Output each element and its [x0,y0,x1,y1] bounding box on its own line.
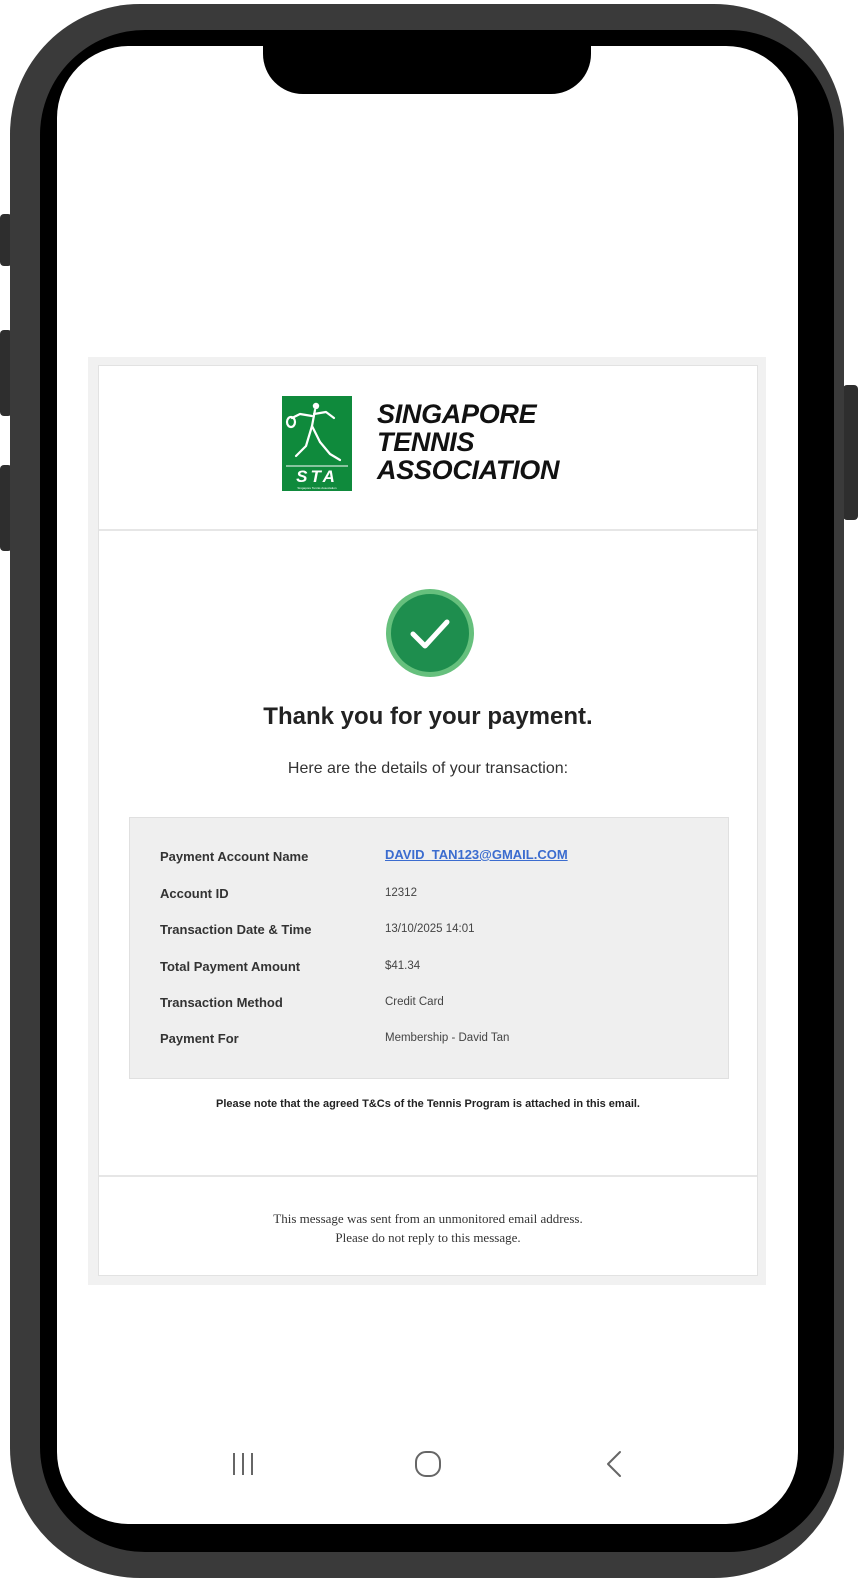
detail-value: Credit Card [385,996,444,1008]
transaction-details: Payment Account Name DAVID_TAN123@GMAIL.… [129,817,729,1079]
page-subtitle: Here are the details of your transaction… [287,760,569,777]
email-card: STA Singapore Tennis Association SINGAPO… [98,365,758,1276]
detail-row-account-id: Account ID 12312 [160,886,720,906]
detail-row-method: Transaction Method Credit Card [160,995,720,1015]
detail-row-payment-for: Payment For Membership - David Tan [160,1031,720,1051]
side-button-right [843,385,858,520]
footer-text: This message was sent from an unmonitore… [99,1209,757,1247]
terms-note: Please note that the agreed T&Cs of the … [215,1098,640,1110]
recent-apps-icon[interactable] [218,1444,268,1484]
phone-screen: STA Singapore Tennis Association SINGAPO… [57,46,798,1524]
sta-logo: STA Singapore Tennis Association [282,396,352,491]
back-icon[interactable] [588,1444,638,1484]
detail-value: 13/10/2025 14:01 [385,923,475,935]
email-body: Thank you for your payment. Here are the… [99,531,757,1176]
detail-label: Transaction Method [160,995,283,1010]
phone-mockup: STA Singapore Tennis Association SINGAPO… [0,0,858,1589]
home-icon[interactable] [403,1444,453,1484]
detail-value: 12312 [385,887,417,899]
email-footer: This message was sent from an unmonitore… [99,1175,757,1277]
detail-value: $41.34 [385,960,421,972]
svg-text:Singapore Tennis Association: Singapore Tennis Association [297,486,336,490]
camera-notch [263,46,591,94]
detail-label: Account ID [160,886,229,901]
detail-label: Payment For [160,1031,239,1046]
logo-abbrev: STA [296,467,338,486]
brand-name-line-2: TENNIS [377,427,475,457]
detail-label: Total Payment Amount [160,959,301,974]
account-email-link[interactable]: DAVID_TAN123@GMAIL.COM [385,847,568,862]
footer-line-1: This message was sent from an unmonitore… [273,1211,583,1226]
email-header: STA Singapore Tennis Association SINGAPO… [99,366,757,531]
detail-label: Transaction Date & Time [160,922,312,937]
page-title: Thank you for your payment. [263,703,593,730]
detail-value: Membership - David Tan [385,1032,510,1044]
detail-row-account-name: Payment Account Name DAVID_TAN123@GMAIL.… [160,847,720,869]
brand-name-line-3: ASSOCIATION [377,455,560,485]
brand-name-line-1: SINGAPORE [377,399,537,429]
email-container: STA Singapore Tennis Association SINGAPO… [88,357,766,1285]
detail-label: Payment Account Name [160,849,309,864]
brand-name: SINGAPORE TENNIS ASSOCIATION [377,400,597,484]
checkmark-icon [385,588,475,678]
detail-row-amount: Total Payment Amount $41.34 [160,959,720,979]
detail-row-date-time: Transaction Date & Time 13/10/2025 14:01 [160,922,720,942]
footer-line-2: Please do not reply to this message. [335,1230,521,1245]
